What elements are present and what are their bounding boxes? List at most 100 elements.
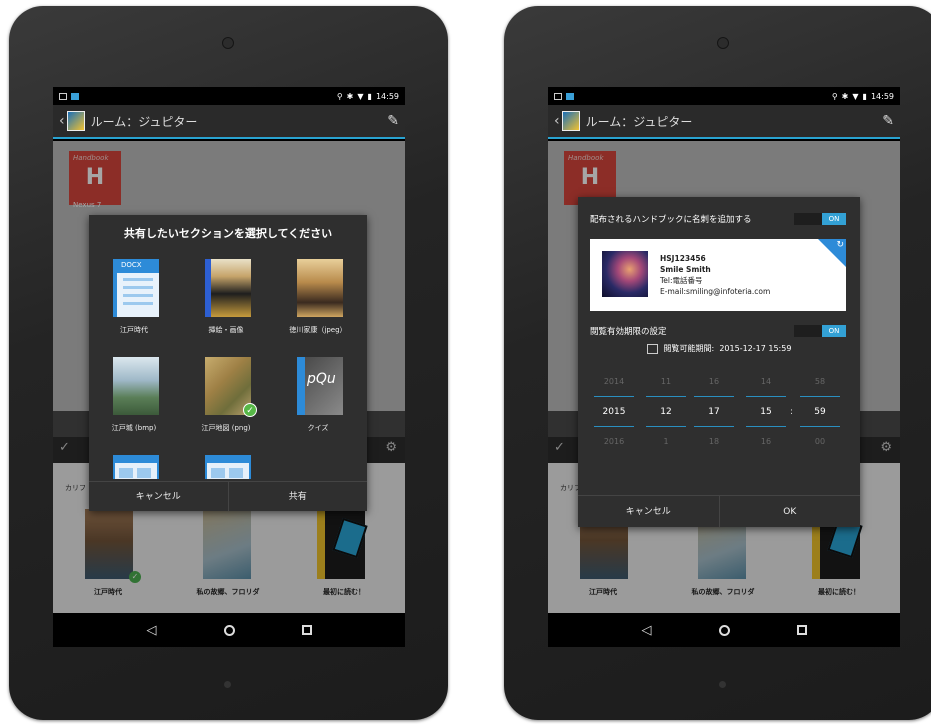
tablet-right: ⚲ ✱ ▼ ▮ 14:59 ‹ ルーム：ジュピター ✎ Handbook H ✓ ⚙ カ…	[504, 6, 931, 720]
period-label: 閲覧可能期間:	[663, 344, 715, 353]
card-photo	[602, 251, 648, 297]
section-item[interactable]: 江戸城 (bmp)	[89, 353, 179, 449]
card-name: Smile Smith	[660, 265, 711, 274]
action-bar: ‹ ルーム：ジュピター ✎	[548, 105, 900, 139]
expiry-label: 閲覧有効期限の設定	[590, 327, 667, 337]
screen-right: ⚲ ✱ ▼ ▮ 14:59 ‹ ルーム：ジュピター ✎ Handbook H ✓ ⚙ カ…	[548, 87, 900, 647]
battery-icon: ▮	[367, 91, 372, 101]
ok-button[interactable]: OK	[718, 496, 861, 527]
add-card-row: 配布されるハンドブックに名刺を追加する ON	[590, 211, 846, 227]
nav-home-icon[interactable]	[718, 624, 730, 636]
expiry-toggle[interactable]: ON	[794, 325, 846, 337]
layout-thumbnail	[113, 455, 159, 479]
image-notification-icon	[566, 92, 574, 100]
section-label: 江戸城 (bmp)	[111, 424, 157, 432]
nav-recent-icon[interactable]	[301, 625, 312, 635]
picker-value: 16	[760, 437, 772, 446]
section-item[interactable]: 徳川家康（jpeg）	[273, 255, 363, 351]
image-notification-icon	[71, 92, 79, 100]
tablet-left: ⚲ ✱ ▼ ▮ 14:59 ‹ ルーム：ジュピター ✎ Handbook H Nexus…	[9, 6, 448, 720]
day-picker[interactable]: 16 17 18	[694, 367, 734, 459]
quiz-thumbnail: pQu	[297, 357, 343, 415]
status-bar: ⚲ ✱ ▼ ▮ 14:59	[548, 87, 900, 105]
status-time: 14:59	[375, 91, 399, 101]
calendar-icon	[646, 343, 658, 354]
section-label: 江戸地図 (png)	[201, 424, 251, 432]
back-chevron-icon[interactable]: ‹	[554, 113, 560, 129]
nav-back-icon[interactable]: ◁	[642, 623, 652, 638]
picker-value: 16	[694, 367, 734, 397]
edit-icon[interactable]: ✎	[387, 113, 399, 129]
app-logo-icon[interactable]	[66, 111, 85, 131]
front-camera	[222, 37, 234, 49]
sensor-dot	[224, 681, 231, 688]
time-separator: :	[790, 407, 794, 417]
location-icon: ⚲	[336, 91, 343, 101]
month-picker[interactable]: 11 12 1	[646, 367, 686, 459]
nav-back-icon[interactable]: ◁	[147, 623, 157, 638]
edit-icon[interactable]: ✎	[882, 113, 894, 129]
nav-home-icon[interactable]	[223, 624, 235, 636]
portrait-thumbnail	[297, 259, 343, 317]
section-item[interactable]	[181, 451, 271, 479]
action-bar: ‹ ルーム：ジュピター ✎	[53, 105, 405, 139]
app-logo-icon[interactable]	[561, 111, 580, 131]
dialog-title: 共有したいセクションを選択してください	[123, 227, 333, 240]
section-grid: DOCX 江戸時代 挿絵・画像 徳川家康（jpeg） 江戸城 (bmp) ✓ 江…	[89, 255, 367, 479]
picker-value: 58	[800, 367, 840, 397]
section-label: 江戸時代	[120, 326, 148, 334]
picker-value: 2014	[594, 367, 634, 397]
cancel-button[interactable]: キャンセル	[578, 496, 719, 527]
picker-value: 2016	[603, 437, 625, 446]
wifi-icon: ▼	[357, 91, 364, 101]
wifi-icon: ▼	[852, 91, 859, 101]
back-chevron-icon[interactable]: ‹	[59, 113, 65, 129]
screen-left: ⚲ ✱ ▼ ▮ 14:59 ‹ ルーム：ジュピター ✎ Handbook H Nexus…	[53, 87, 405, 647]
refresh-icon[interactable]: ↻	[836, 240, 844, 250]
section-item[interactable]	[89, 451, 179, 479]
status-time: 14:59	[870, 91, 894, 101]
dialog-buttons: キャンセル OK	[578, 495, 860, 527]
notification-icon	[59, 92, 67, 100]
layout-thumbnail	[205, 455, 251, 479]
picker-selected-value: 17	[694, 397, 734, 427]
year-picker[interactable]: 2014 2015 2016	[594, 367, 634, 459]
check-icon: ✓	[243, 403, 257, 417]
section-item[interactable]: 挿絵・画像	[181, 255, 271, 351]
navigation-bar: ◁	[548, 613, 900, 647]
add-card-label: 配布されるハンドブックに名刺を追加する	[590, 215, 752, 225]
date-time-picker: 2014 2015 2016 11 12 1 16 17 18 14 15 16…	[590, 367, 846, 459]
room-title: ルーム：ジュピター	[90, 114, 198, 129]
hour-picker[interactable]: 14 15 16	[746, 367, 786, 459]
minute-picker[interactable]: 58 59 00	[800, 367, 840, 459]
picker-value: 18	[708, 437, 720, 446]
section-item[interactable]: DOCX 江戸時代	[89, 255, 179, 351]
toggle-on-label: ON	[822, 213, 846, 225]
period-row: 閲覧可能期間: 2015-12-17 15:59	[578, 343, 860, 354]
share-dialog: 共有したいセクションを選択してください DOCX 江戸時代 挿絵・画像 徳川家康…	[89, 215, 367, 511]
picker-selected-value: 15	[746, 397, 786, 427]
card-email: E-mail:smiling@infoteria.com	[660, 287, 771, 296]
nav-recent-icon[interactable]	[796, 625, 807, 635]
section-item[interactable]: pQu クイズ	[273, 353, 363, 449]
navigation-bar: ◁	[53, 613, 405, 647]
bluetooth-icon: ✱	[841, 91, 849, 101]
card-details: HSJ123456 Smile Smith Tel:電話番号 E-mail:sm…	[660, 253, 770, 297]
section-item-selected[interactable]: ✓ 江戸地図 (png)	[181, 353, 271, 449]
expiry-row: 閲覧有効期限の設定 ON	[590, 323, 846, 339]
bluetooth-icon: ✱	[346, 91, 354, 101]
cancel-button[interactable]: キャンセル	[89, 482, 228, 511]
section-label: クイズ	[307, 424, 329, 432]
add-card-toggle[interactable]: ON	[794, 213, 846, 225]
picker-selected-value: 2015	[594, 397, 634, 427]
section-label: 挿絵・画像	[208, 326, 244, 334]
front-camera	[717, 37, 729, 49]
share-button[interactable]: 共有	[227, 482, 368, 511]
castle-thumbnail	[113, 357, 159, 415]
picker-value: 14	[746, 367, 786, 397]
illustration-thumbnail	[205, 259, 251, 317]
docx-thumbnail: DOCX	[113, 259, 159, 317]
picker-value: 00	[814, 437, 826, 446]
battery-icon: ▮	[862, 91, 867, 101]
business-card[interactable]: HSJ123456 Smile Smith Tel:電話番号 E-mail:sm…	[590, 239, 846, 311]
